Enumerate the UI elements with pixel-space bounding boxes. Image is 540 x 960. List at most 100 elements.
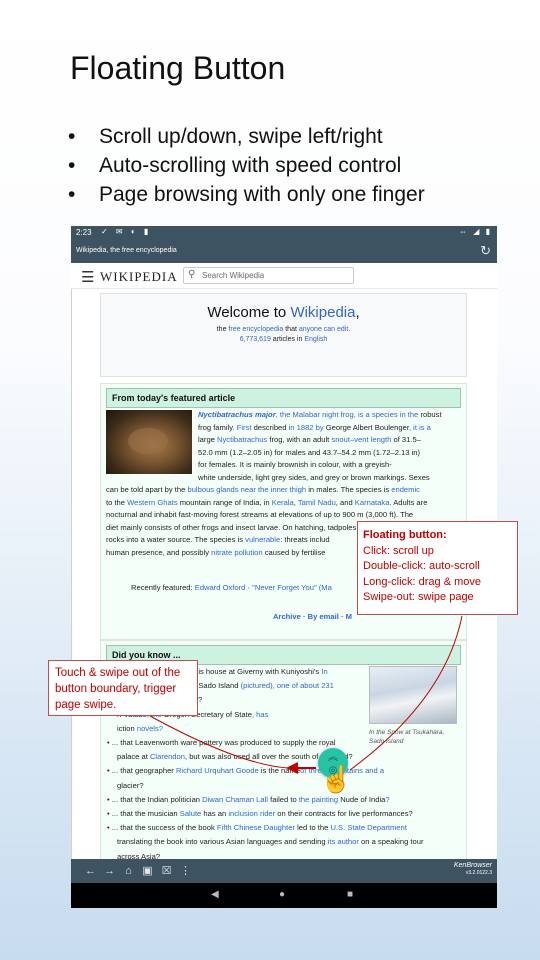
article-link[interactable]: Nyctibatrachus major (198, 410, 276, 419)
article-link[interactable]: in 1882 by (287, 423, 326, 432)
article-link[interactable]: the painting (299, 795, 340, 804)
english-link[interactable]: English (304, 336, 327, 343)
recent-link[interactable]: "Never Forget You" (Ma (252, 583, 332, 592)
article-link[interactable]: Nyctibatrachus (217, 435, 267, 444)
app-branding: KenBrowser v3.2.0122.3 (454, 862, 492, 876)
swipe-callout: Touch & swipe out of the button boundary… (48, 660, 198, 716)
page-url[interactable]: Wikipedia, the free encyclopedia (76, 247, 177, 254)
article-link[interactable]: snout–vent length (331, 435, 391, 444)
tabs-icon[interactable]: ▣ (138, 864, 157, 877)
chevron-up-icon: ︽ (328, 752, 338, 763)
article-link[interactable]: Western Ghats (127, 498, 178, 507)
home-icon[interactable]: ⌂ (119, 865, 138, 877)
article-text: on a speaking tour (358, 837, 424, 847)
article-link[interactable]: . First (232, 423, 253, 432)
back-icon[interactable]: ← (81, 865, 100, 877)
recent-link[interactable]: Edward Oxford (195, 583, 246, 592)
app-name: KenBrowser (453, 862, 492, 869)
article-text: ... that the success of the book (111, 823, 217, 833)
text-line: across Asia? (117, 851, 160, 859)
free-encyclopedia-link[interactable]: free encyclopedia (228, 326, 283, 333)
article-text: mountain range of India, in (177, 497, 272, 507)
search-icon: ⚲ (188, 269, 196, 280)
snow-painting-image[interactable] (369, 666, 457, 724)
article-link[interactable]: vulnerable (245, 535, 280, 544)
text: Recently featured: (131, 583, 195, 592)
frog-image[interactable] (106, 410, 192, 474)
article-link[interactable]: Fifth Chinese Daughter (217, 823, 295, 832)
app-version: v3.2.0122.3 (465, 870, 492, 876)
browser-toolbar: ← → ⌂ ▣ ☒ ⋮ KenBrowser v3.2.0122.3 (71, 859, 497, 883)
bullet-item: Auto-scrolling with speed control (68, 151, 425, 180)
page-divider (71, 289, 72, 859)
bullet-item: Scroll up/down, swipe left/right (68, 122, 425, 151)
welcome-title: Welcome to Wikipedia, (101, 304, 466, 321)
text-line: Nyctibatrachus major, the Malabar night … (198, 409, 442, 422)
nav-home-icon[interactable]: ● (279, 889, 285, 900)
archive-links[interactable]: Archive · By email · M (273, 612, 352, 621)
wikipedia-logo[interactable]: WIKIPEDIA (100, 269, 178, 285)
text-line: • ... that the success of the book Fifth… (107, 822, 407, 835)
article-link[interactable]: ? (385, 795, 389, 804)
search-placeholder: Search Wikipedia (202, 271, 265, 280)
article-text: Nude of India (340, 794, 386, 804)
text-line: frog family. First described in 1882 by … (198, 422, 431, 435)
article-link[interactable]: Kerala (272, 498, 294, 507)
text-line: large Nyctibatrachus frog, with an adult… (198, 434, 421, 447)
system-icons: ⇔ ◢ ▮ (459, 227, 492, 236)
article-link[interactable]: endemic (391, 485, 420, 494)
anyone-can-edit-link[interactable]: anyone can edit (299, 326, 348, 333)
article-link[interactable]: , has (252, 710, 268, 719)
article-text: described (253, 422, 287, 432)
article-count: 6,773,619 articles in English (101, 336, 466, 343)
article-link[interactable]: Salute (180, 809, 202, 818)
recently-featured: Recently featured: Edward Oxford · "Neve… (131, 583, 332, 592)
text-line: translating the book into various Asian … (117, 836, 424, 849)
reload-icon[interactable]: ↻ (480, 243, 491, 259)
article-link[interactable]: U.S. State Department (330, 823, 406, 832)
article-text: : threats includ (280, 535, 330, 544)
text: . (348, 326, 351, 333)
text-line: to the Western Ghats mountain range of I… (106, 497, 427, 510)
url-bar[interactable]: Wikipedia, the free encyclopedia ↻ (71, 240, 497, 263)
search-input[interactable]: ⚲ Search Wikipedia (183, 267, 354, 284)
article-link[interactable]: bulbous glands near the inner thigh (187, 485, 306, 494)
article-text: led to the (294, 823, 331, 833)
article-link[interactable]: , the Malabar night frog, is a species i… (276, 410, 421, 419)
article-link[interactable]: novels? (135, 724, 163, 733)
nav-recents-icon[interactable]: ■ (347, 889, 353, 900)
article-link[interactable]: its author (328, 837, 359, 846)
article-link[interactable]: Diwan Chaman Lall (202, 795, 268, 804)
article-link[interactable]: inclusion rider (228, 809, 275, 818)
text-line: • ... that the musician Salute has an in… (107, 808, 413, 821)
text-line: • ... that the Indian politician Diwan C… (107, 794, 390, 807)
text-line: • ... that Leavenworth ware pottery was … (107, 737, 336, 750)
article-link[interactable]: Richard Urquhart Goode (176, 766, 259, 775)
article-link[interactable]: Karnataka (355, 498, 390, 507)
article-text: . Adults are (389, 497, 428, 507)
article-count-link[interactable]: 6,773,619 (240, 336, 271, 343)
text: the (216, 326, 229, 333)
callout-title: Floating button: (363, 529, 447, 541)
close-tab-icon[interactable]: ☒ (157, 864, 176, 877)
notification-icons: ✓ ✉ ◐ ▮ (101, 227, 152, 236)
nav-back-icon[interactable]: ◀ (211, 889, 219, 900)
article-link[interactable]: (pictured), one of about 231 (238, 681, 334, 690)
more-icon[interactable]: ⋮ (176, 864, 195, 877)
wikipedia-link[interactable]: Wikipedia (290, 304, 355, 321)
article-link[interactable]: nitrate pollution (211, 548, 263, 557)
article-link[interactable]: , it is a (409, 423, 431, 432)
forward-icon[interactable]: → (100, 865, 119, 877)
article-link[interactable]: Tamil Nadu (298, 498, 336, 507)
article-link[interactable]: Clarendon (150, 752, 185, 761)
text-line: nocturnal and inhabit fast-moving forest… (106, 509, 413, 522)
text-line: 52.0 mm (1.2–2.05 in) for males and 43.7… (198, 447, 420, 460)
article-text: can be told apart by the (106, 485, 188, 494)
article-text: failed to (267, 794, 299, 804)
menu-icon[interactable]: ☰ (81, 268, 94, 286)
article-text: caused by fertilise (262, 547, 326, 557)
article-text: iction (117, 723, 135, 733)
article-text: on their contracts for live performances… (275, 809, 413, 818)
article-link[interactable]: In (321, 667, 327, 676)
article-text: 52.0 mm (1.2–2.05 in) for males and 43.7… (198, 447, 421, 457)
